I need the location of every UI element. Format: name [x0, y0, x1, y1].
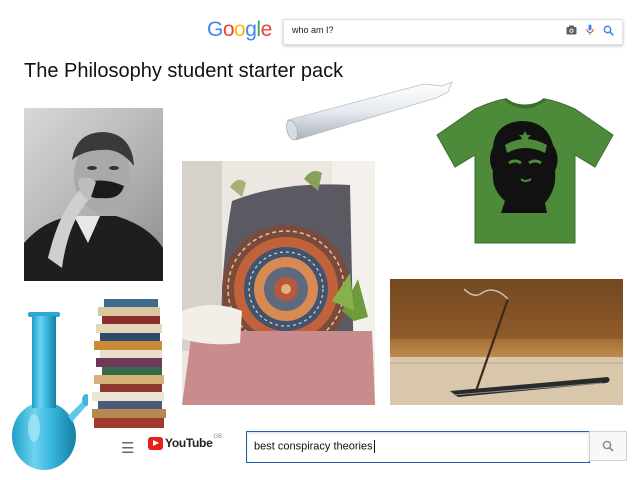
youtube-search-query: best conspiracy theories — [254, 440, 373, 453]
youtube-logo[interactable]: YouTube GB — [148, 434, 223, 450]
search-icon[interactable] — [603, 25, 614, 36]
google-search-input[interactable]: who am I? — [292, 25, 334, 35]
google-logo-letter: o — [234, 18, 246, 41]
google-logo[interactable]: Google — [207, 18, 272, 42]
glass-bong — [12, 312, 88, 470]
text-caret — [373, 440, 375, 453]
youtube-search-input[interactable]: best conspiracy theories — [246, 431, 590, 463]
youtube-logo-text: YouTube — [165, 436, 213, 450]
hamburger-menu-icon[interactable]: ☰ — [121, 439, 134, 457]
youtube-play-icon — [148, 436, 163, 450]
google-search-box[interactable]: who am I? — [283, 19, 623, 45]
che-guevara-tshirt — [436, 97, 614, 244]
camera-icon[interactable] — [566, 25, 577, 35]
incense-stick — [390, 279, 623, 405]
youtube-region-label: GB — [213, 434, 223, 440]
google-logo-letter: e — [260, 18, 273, 41]
google-logo-letter: o — [222, 18, 235, 41]
mandala-tapestry — [182, 161, 375, 405]
search-icon — [602, 440, 614, 452]
nietzsche-portrait — [24, 108, 163, 281]
book-stack — [92, 299, 166, 428]
youtube-search-button[interactable] — [589, 431, 627, 461]
microphone-icon[interactable] — [586, 24, 594, 36]
google-logo-letter: G — [207, 18, 223, 41]
google-logo-letter: g — [245, 18, 257, 41]
